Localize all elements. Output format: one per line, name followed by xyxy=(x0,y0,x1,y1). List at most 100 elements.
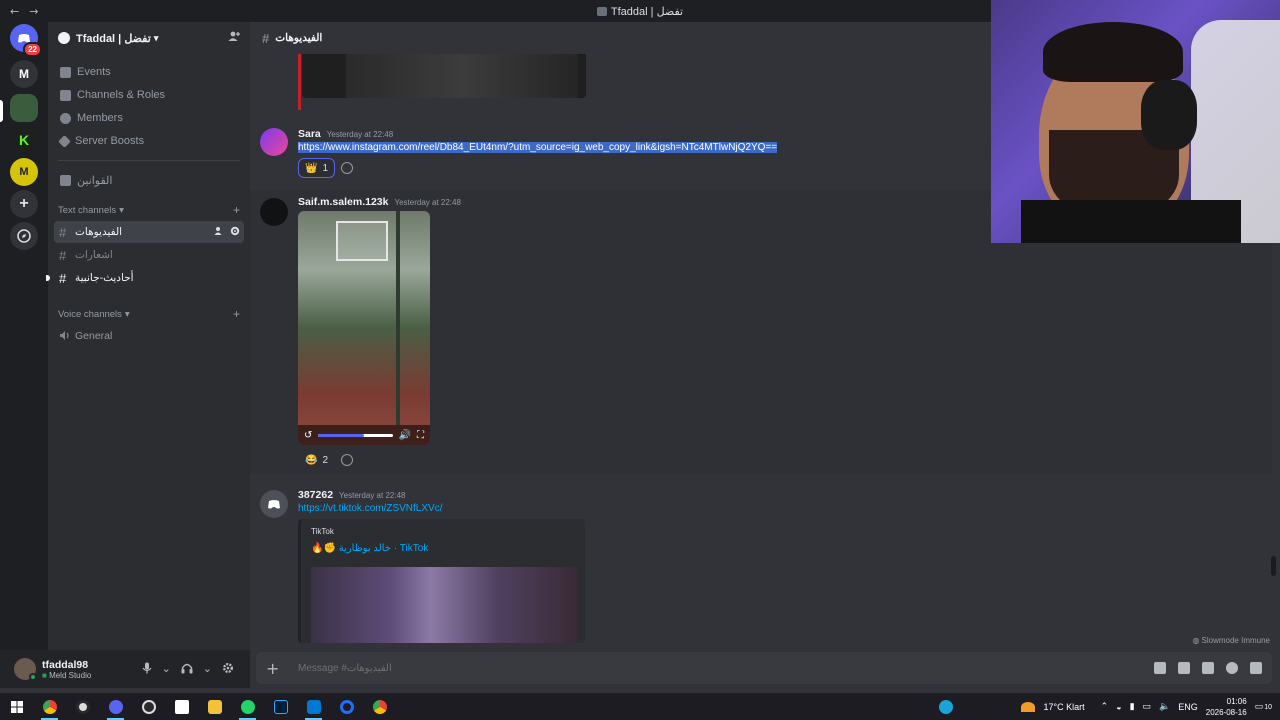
chevron-down-icon[interactable]: ⌄ xyxy=(203,662,212,677)
microphone-icon[interactable] xyxy=(142,662,152,677)
webcam-overlay xyxy=(991,0,1280,243)
user-info[interactable]: tfaddal98 ■ Meld Studio xyxy=(42,659,91,680)
reaction-crown[interactable]: 👑 1 xyxy=(298,158,336,178)
headphones-icon[interactable] xyxy=(181,662,193,677)
attach-plus-icon[interactable]: + xyxy=(266,659,288,678)
add-voice-channel-icon[interactable]: + xyxy=(233,307,240,321)
pole xyxy=(396,211,400,425)
weather-text[interactable]: 17°C Klart xyxy=(1043,702,1084,712)
reaction-laugh[interactable]: 😂 2 xyxy=(298,450,335,470)
add-reaction-icon[interactable] xyxy=(341,162,353,174)
embed-thumbnail[interactable] xyxy=(311,567,577,643)
avatar[interactable] xyxy=(260,198,288,226)
gif-icon[interactable] xyxy=(1178,662,1190,674)
tiktok-embed[interactable]: TikTok 🔥✊ خالد بوظارية · TikTok xyxy=(298,519,585,643)
channel-notifications[interactable]: # اشعارات xyxy=(54,244,244,266)
add-server-icon[interactable]: + xyxy=(10,190,38,218)
tray-chevron-icon[interactable]: ⌃ xyxy=(1101,701,1109,712)
channel-videos[interactable]: # الفيديوهات xyxy=(54,221,244,243)
chevron-down-icon[interactable]: ⌄ xyxy=(162,662,171,677)
avatar[interactable] xyxy=(260,128,288,156)
voice-channel-general[interactable]: General xyxy=(54,325,244,347)
server-shield-icon xyxy=(58,32,70,44)
app-box-icon[interactable] xyxy=(165,693,198,720)
obs-icon[interactable] xyxy=(66,693,99,720)
hash-icon: # xyxy=(59,247,67,263)
windows-start-icon[interactable] xyxy=(0,693,33,720)
explore-icon[interactable] xyxy=(10,222,38,250)
embed-title[interactable]: 🔥✊ خالد بوظارية · TikTok xyxy=(311,543,428,554)
notification-icon[interactable]: ▭10 xyxy=(1255,701,1272,712)
gear-icon xyxy=(230,226,240,235)
discord-default-avatar-icon xyxy=(268,499,280,508)
discord-taskbar-icon[interactable] xyxy=(99,693,132,720)
category-text-channels[interactable]: Text channels ▾ + xyxy=(48,200,250,220)
message-387262: 387262 Yesterday at 22:48 https://vt.tikt… xyxy=(250,484,1272,648)
server-header[interactable]: Tfaddal | تفضل ▾ xyxy=(48,22,250,54)
avatar[interactable] xyxy=(14,658,37,681)
photoshop-icon[interactable] xyxy=(264,693,297,720)
scrollbar-thumb[interactable] xyxy=(1271,556,1276,576)
previous-embed-image[interactable] xyxy=(302,54,586,98)
replay-icon[interactable]: ↺ xyxy=(304,430,312,441)
sticker-icon[interactable] xyxy=(1202,662,1214,674)
avatar[interactable] xyxy=(260,490,288,518)
calendar-icon xyxy=(60,66,71,78)
invite-people-icon[interactable] xyxy=(228,31,240,45)
reaction-count: 1 xyxy=(322,162,329,174)
apps-icon[interactable] xyxy=(1250,662,1262,674)
volume-tray-icon[interactable]: 🔈 xyxy=(1159,701,1170,712)
channel-rules[interactable]: القوانين xyxy=(48,169,250,191)
gift-icon[interactable] xyxy=(1154,662,1166,674)
message-input[interactable] xyxy=(298,662,898,674)
server-kick[interactable]: K xyxy=(10,126,38,154)
crown-emoji: 👑 xyxy=(305,162,318,174)
server-yellow[interactable]: M xyxy=(10,158,38,186)
menu-events[interactable]: Events xyxy=(48,61,250,83)
clock-date: 2026-08-16 xyxy=(1205,707,1247,717)
message-link[interactable]: https://vt.tiktok.com/ZSVNfLXVc/ xyxy=(298,503,443,514)
app-ring-icon[interactable] xyxy=(330,693,363,720)
emoji-icon[interactable] xyxy=(1226,662,1238,674)
chrome-icon[interactable] xyxy=(33,693,66,720)
message-link[interactable]: https://www.instagram.com/reel/Db84_EUt4… xyxy=(298,142,778,153)
hash-icon: # xyxy=(262,30,270,46)
gear-icon[interactable] xyxy=(222,662,234,677)
app-blue-icon[interactable] xyxy=(297,693,330,720)
battery-icon[interactable]: ▭ xyxy=(1143,701,1152,712)
list-icon xyxy=(60,89,71,101)
network-icon[interactable]: ◒ xyxy=(1116,702,1121,712)
discord-app: ← → Tfaddal | تفضل 22 M K M + Tfaddal | xyxy=(0,0,1280,720)
message-author[interactable]: Saif.m.salem.123k Yesterday at 22:48 xyxy=(298,196,461,208)
message-composer: + xyxy=(256,652,1272,684)
home-dm-icon[interactable]: 22 xyxy=(10,24,42,57)
whatsapp-icon[interactable] xyxy=(231,693,264,720)
add-channel-icon[interactable]: + xyxy=(233,203,240,217)
message-author[interactable]: Sara Yesterday at 22:48 xyxy=(298,128,393,140)
windows-taskbar: 17°C Klart ⌃ ◒ ▮ ▭ 🔈 ENG 01:06 2026-08-1… xyxy=(0,693,1280,720)
chrome-icon-2[interactable] xyxy=(363,693,396,720)
file-explorer-icon[interactable] xyxy=(198,693,231,720)
video-player[interactable]: ↺ 🔊 ⛶ xyxy=(298,211,430,445)
help-icon[interactable] xyxy=(939,699,954,714)
menu-members[interactable]: Members xyxy=(48,107,250,129)
server-tfaddal[interactable] xyxy=(10,94,38,122)
microphone-tray-icon[interactable]: ▮ xyxy=(1130,701,1135,712)
message-author[interactable]: 387262 Yesterday at 22:48 xyxy=(298,489,405,501)
message-timestamp: Yesterday at 22:48 xyxy=(326,130,394,139)
volume-icon[interactable]: 🔊 xyxy=(399,430,411,441)
video-progress-bar[interactable] xyxy=(318,433,393,437)
channel-actions[interactable] xyxy=(214,226,240,239)
app-g-icon[interactable] xyxy=(132,693,165,720)
menu-channels-roles[interactable]: Channels & Roles xyxy=(48,84,250,106)
add-reaction-icon[interactable] xyxy=(341,454,353,466)
category-voice-channels[interactable]: Voice channels ▾ + xyxy=(48,304,250,324)
menu-server-boosts[interactable]: Server Boosts xyxy=(48,130,250,152)
fullscreen-icon[interactable]: ⛶ xyxy=(417,430,424,441)
invite-icon xyxy=(214,226,222,235)
language-indicator[interactable]: ENG xyxy=(1178,702,1198,712)
streamer-hair xyxy=(1043,22,1183,82)
channel-side-talk[interactable]: # أحاديث-جانبية xyxy=(46,267,244,289)
server-m[interactable]: M xyxy=(10,60,38,88)
clock[interactable]: 01:06 2026-08-16 xyxy=(1206,696,1247,718)
